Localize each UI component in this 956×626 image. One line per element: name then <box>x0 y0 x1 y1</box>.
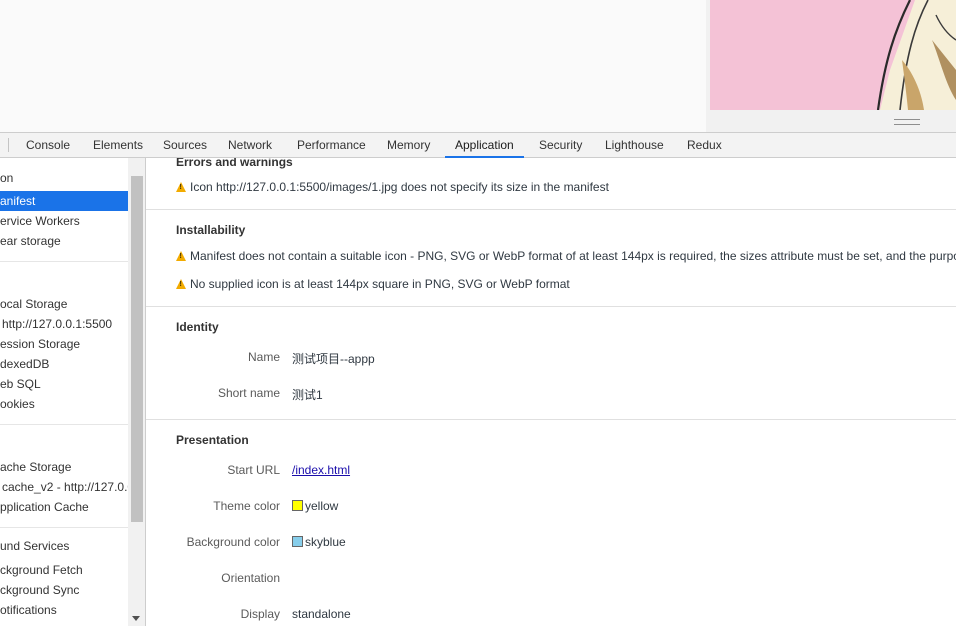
sidebar-item-service-workers[interactable]: ervice Workers <box>0 211 128 231</box>
name-value: 测试项目--appp <box>292 352 375 366</box>
page-blank-area <box>0 0 706 132</box>
sidebar-item-cache-entry[interactable]: cache_v2 - http://127.0.0.1:5500 <box>0 477 130 497</box>
warning-icon <box>176 251 186 261</box>
start-url-value: /index.html <box>292 463 350 477</box>
warning-text: Icon http://127.0.0.1:5500/images/1.jpg … <box>190 180 609 194</box>
tabbar-separator <box>8 138 9 152</box>
application-sidebar: on anifest ervice Workers ear storage oc… <box>0 158 146 626</box>
sidebar-item-cache-storage[interactable]: ache Storage <box>0 457 128 477</box>
background-color-label: Background color <box>186 535 280 549</box>
sidebar-item-web-sql[interactable]: eb SQL <box>0 374 128 394</box>
sidebar-item-cookies[interactable]: ookies <box>0 394 128 414</box>
presentation-section-title: Presentation <box>176 433 249 447</box>
tab-lighthouse[interactable]: Lighthouse <box>605 133 664 157</box>
warning-text: No supplied icon is at least 144px squar… <box>190 277 570 291</box>
section-divider <box>146 306 956 307</box>
section-divider <box>146 209 956 210</box>
section-divider <box>146 419 956 420</box>
sidebar-item-session-storage[interactable]: ession Storage <box>0 334 128 354</box>
sidebar-item-manifest[interactable]: anifest <box>0 191 128 211</box>
start-url-label: Start URL <box>227 463 280 477</box>
page-viewport <box>0 0 956 132</box>
name-label: Name <box>247 350 280 364</box>
tab-memory[interactable]: Memory <box>387 133 430 157</box>
warning-icon <box>176 279 186 289</box>
sidebar-item-indexeddb[interactable]: dexedDB <box>0 354 128 374</box>
sidebar-scroll-thumb[interactable] <box>131 176 143 522</box>
warning-row: No supplied icon is at least 144px squar… <box>176 277 570 291</box>
sidebar-item-local-storage[interactable]: ocal Storage <box>0 294 128 314</box>
sidebar-item-clear-storage[interactable]: ear storage <box>0 231 128 251</box>
manifest-panel: Errors and warnings Icon http://127.0.0.… <box>146 158 956 626</box>
warning-icon <box>176 182 186 192</box>
scroll-down-arrow-icon[interactable] <box>132 616 140 621</box>
theme-color-swatch <box>292 500 303 511</box>
devtools-tabbar: Console Elements Sources Network Perform… <box>0 132 956 158</box>
preview-image <box>710 0 956 110</box>
errors-section-title: Errors and warnings <box>176 158 293 169</box>
sidebar-item-local-storage-origin[interactable]: http://127.0.0.1:5500 <box>0 314 130 334</box>
sidebar-item-application-header[interactable]: on <box>0 168 128 188</box>
sidebar-item-background-sync[interactable]: ckground Sync <box>0 580 128 600</box>
warning-row: Icon http://127.0.0.1:5500/images/1.jpg … <box>176 180 609 194</box>
theme-color-text: yellow <box>305 499 339 513</box>
tab-redux[interactable]: Redux <box>687 133 722 157</box>
sidebar-item-background-fetch[interactable]: ckground Fetch <box>0 560 128 580</box>
tab-console[interactable]: Console <box>26 133 70 157</box>
sidebar-item-background-services[interactable]: und Services <box>0 536 128 556</box>
tab-performance[interactable]: Performance <box>297 133 366 157</box>
tab-security[interactable]: Security <box>539 133 582 157</box>
short-name-label: Short name <box>217 386 280 400</box>
theme-color-label: Theme color <box>213 499 280 513</box>
sidebar-item-application-cache[interactable]: pplication Cache <box>0 497 128 517</box>
illustration-icon <box>710 0 956 110</box>
display-label: Display <box>240 607 280 621</box>
display-value: standalone <box>292 607 351 621</box>
resize-handle[interactable] <box>894 119 920 125</box>
orientation-label: Orientation <box>221 571 280 585</box>
background-color-swatch <box>292 536 303 547</box>
tab-network[interactable]: Network <box>228 133 272 157</box>
sidebar-item-notifications[interactable]: otifications <box>0 600 128 620</box>
tab-application[interactable]: Application <box>445 133 524 158</box>
installability-section-title: Installability <box>176 223 246 237</box>
background-color-value: skyblue <box>292 535 346 549</box>
theme-color-value: yellow <box>292 499 338 513</box>
tab-sources[interactable]: Sources <box>163 133 207 157</box>
sidebar-divider <box>0 261 128 262</box>
background-color-text: skyblue <box>305 535 346 549</box>
identity-section-title: Identity <box>176 320 219 334</box>
warning-text: Manifest does not contain a suitable ico… <box>190 249 956 263</box>
tab-elements[interactable]: Elements <box>93 133 143 157</box>
sidebar-divider <box>0 424 128 425</box>
short-name-value: 测试1 <box>292 388 323 402</box>
warning-row: Manifest does not contain a suitable ico… <box>176 249 956 263</box>
start-url-link[interactable]: /index.html <box>292 463 350 477</box>
sidebar-divider <box>0 527 128 528</box>
